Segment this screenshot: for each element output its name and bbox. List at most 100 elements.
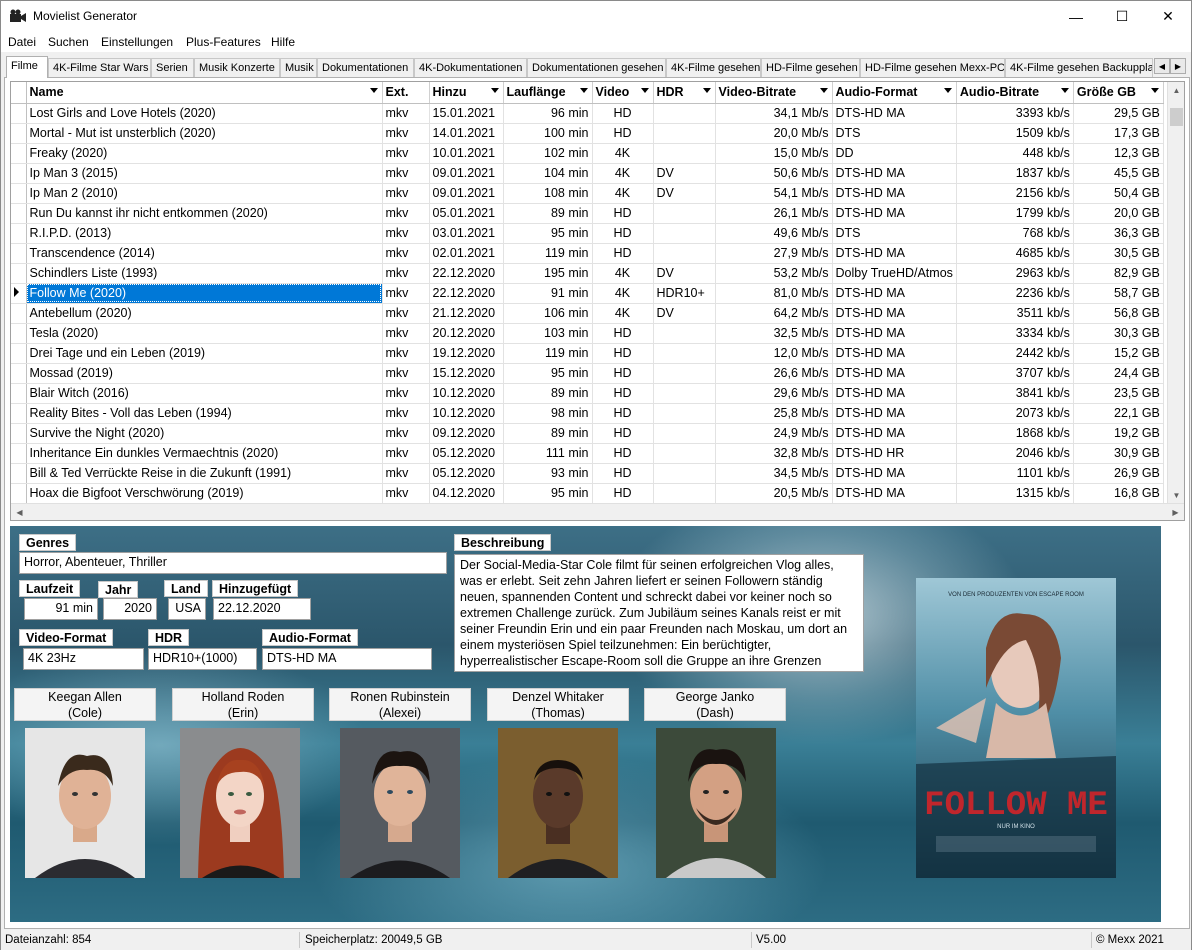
grid-cell[interactable]: Hoax die Bigfoot Verschwörung (2019) xyxy=(26,483,383,504)
grid-vertical-scrollbar[interactable]: ▲ ▼ xyxy=(1167,82,1184,504)
row-header[interactable] xyxy=(11,303,27,324)
grid-cell[interactable]: 15,0 Mb/s xyxy=(715,143,833,164)
grid-cell[interactable]: 108 min xyxy=(503,183,593,204)
video-format-field[interactable]: 4K 23Hz xyxy=(23,648,144,670)
grid-cell[interactable]: DTS-HD MA xyxy=(832,163,957,184)
grid-cell[interactable]: 93 min xyxy=(503,463,593,484)
grid-cell[interactable] xyxy=(653,363,716,384)
grid-cell[interactable]: 29,6 Mb/s xyxy=(715,383,833,404)
jahr-field[interactable]: 2020 xyxy=(103,598,157,620)
grid-cell[interactable]: Run Du kannst ihr nicht entkommen (2020) xyxy=(26,203,383,224)
grid-cell[interactable]: 103 min xyxy=(503,323,593,344)
row-header[interactable] xyxy=(11,243,27,264)
grid-cell[interactable]: 4K xyxy=(592,263,654,284)
grid-cell[interactable]: 14.01.2021 xyxy=(429,123,504,144)
scroll-up-icon[interactable]: ▲ xyxy=(1168,82,1184,99)
grid-cell[interactable]: 19,2 GB xyxy=(1073,423,1164,444)
grid-cell[interactable]: Dolby TrueHD/Atmos xyxy=(832,263,957,284)
table-row[interactable]: Ip Man 3 (2015) mkv 09.01.2021 104 min 4K DV 5… xyxy=(11,163,1164,184)
table-row[interactable]: Inheritance Ein dunkles Vermaechtnis (20… xyxy=(11,443,1164,464)
grid-cell[interactable]: 119 min xyxy=(503,343,593,364)
grid-cell[interactable]: 32,5 Mb/s xyxy=(715,323,833,344)
grid-cell[interactable]: 50,6 Mb/s xyxy=(715,163,833,184)
grid-cell[interactable]: mkv xyxy=(382,163,430,184)
grid-cell[interactable]: 30,5 GB xyxy=(1073,243,1164,264)
grid-cell[interactable]: mkv xyxy=(382,403,430,424)
row-header[interactable] xyxy=(11,463,27,484)
tab-4k-filme-star-wars[interactable]: 4K-Filme Star Wars xyxy=(48,58,151,78)
grid-cell[interactable]: mkv xyxy=(382,303,430,324)
grid-cell[interactable]: DTS-HD MA xyxy=(832,303,957,324)
grid-cell[interactable]: 20,0 Mb/s xyxy=(715,123,833,144)
grid-cell[interactable]: 56,8 GB xyxy=(1073,303,1164,324)
grid-cell[interactable]: 91 min xyxy=(503,283,593,304)
grid-cell[interactable]: 24,4 GB xyxy=(1073,363,1164,384)
grid-cell[interactable]: 24,9 Mb/s xyxy=(715,423,833,444)
grid-cell[interactable]: 21.12.2020 xyxy=(429,303,504,324)
grid-cell[interactable]: Mortal - Mut ist unsterblich (2020) xyxy=(26,123,383,144)
grid-cell[interactable]: HD xyxy=(592,223,654,244)
column-header-ext[interactable]: Ext. xyxy=(382,82,430,104)
grid-cell[interactable]: 195 min xyxy=(503,263,593,284)
grid-cell[interactable]: 81,0 Mb/s xyxy=(715,283,833,304)
grid-cell[interactable]: 95 min xyxy=(503,483,593,504)
column-header-video-bitrate[interactable]: Video-Bitrate xyxy=(715,82,833,104)
grid-cell[interactable]: 448 kb/s xyxy=(956,143,1074,164)
grid-cell[interactable] xyxy=(653,403,716,424)
grid-cell[interactable]: DTS-HD MA xyxy=(832,423,957,444)
actor-photo[interactable] xyxy=(25,728,145,878)
actor-photo[interactable] xyxy=(498,728,618,878)
menu-datei[interactable]: Datei xyxy=(8,35,36,49)
actor-photo[interactable] xyxy=(340,728,460,878)
grid-cell[interactable]: DTS-HD MA xyxy=(832,103,957,124)
grid-cell[interactable]: 4K xyxy=(592,163,654,184)
menu-plus-features[interactable]: Plus-Features xyxy=(186,35,261,49)
table-row[interactable]: Freaky (2020) mkv 10.01.2021 102 min 4K 15,0 … xyxy=(11,143,1164,164)
tab-dokumentationen-gesehen[interactable]: Dokumentationen gesehen xyxy=(527,58,666,78)
grid-cell[interactable]: DTS-HD MA xyxy=(832,183,957,204)
grid-cell[interactable]: DTS xyxy=(832,123,957,144)
column-header-hinzu[interactable]: Hinzu xyxy=(429,82,504,104)
table-row[interactable]: Drei Tage und ein Leben (2019) mkv 19.12.2… xyxy=(11,343,1164,364)
grid-cell[interactable]: R.I.P.D. (2013) xyxy=(26,223,383,244)
menu-hilfe[interactable]: Hilfe xyxy=(271,35,295,49)
table-row[interactable]: Follow Me (2020) mkv 22.12.2020 91 min 4K HDR… xyxy=(11,283,1164,304)
actor-card[interactable]: Holland Roden (Erin) xyxy=(172,688,314,721)
grid-cell[interactable]: mkv xyxy=(382,363,430,384)
grid-cell[interactable]: DTS xyxy=(832,223,957,244)
grid-cell[interactable]: 15.12.2020 xyxy=(429,363,504,384)
grid-cell[interactable] xyxy=(653,343,716,364)
grid-cell[interactable]: 95 min xyxy=(503,363,593,384)
scroll-left-icon[interactable]: ◀ xyxy=(11,504,28,520)
table-row[interactable]: R.I.P.D. (2013) mkv 03.01.2021 95 min HD 49,6… xyxy=(11,223,1164,244)
grid-cell[interactable]: DTS-HD MA xyxy=(832,463,957,484)
grid-cell[interactable]: Tesla (2020) xyxy=(26,323,383,344)
grid-cell[interactable]: 1799 kb/s xyxy=(956,203,1074,224)
grid-cell[interactable]: Bill & Ted Verrückte Reise in die Zukunf… xyxy=(26,463,383,484)
grid-cell[interactable]: Mossad (2019) xyxy=(26,363,383,384)
grid-cell[interactable]: 4685 kb/s xyxy=(956,243,1074,264)
grid-cell[interactable] xyxy=(653,323,716,344)
grid-cell[interactable]: mkv xyxy=(382,443,430,464)
grid-cell[interactable]: Schindlers Liste (1993) xyxy=(26,263,383,284)
grid-cell[interactable]: 15,2 GB xyxy=(1073,343,1164,364)
grid-cell[interactable] xyxy=(653,143,716,164)
grid-cell[interactable]: DTS-HD HR xyxy=(832,443,957,464)
row-header[interactable] xyxy=(11,143,27,164)
scroll-down-icon[interactable]: ▼ xyxy=(1168,487,1184,504)
grid-cell[interactable]: mkv xyxy=(382,203,430,224)
grid-cell[interactable]: 2156 kb/s xyxy=(956,183,1074,204)
grid-cell[interactable]: 09.01.2021 xyxy=(429,163,504,184)
row-header[interactable] xyxy=(11,423,27,444)
grid-cell[interactable]: 05.12.2020 xyxy=(429,443,504,464)
grid-cell[interactable]: 58,7 GB xyxy=(1073,283,1164,304)
table-row[interactable]: Reality Bites - Voll das Leben (1994) mkv… xyxy=(11,403,1164,424)
grid-cell[interactable]: 106 min xyxy=(503,303,593,324)
grid-cell[interactable]: HD xyxy=(592,323,654,344)
audio-format-field[interactable]: DTS-HD MA xyxy=(262,648,432,670)
grid-cell[interactable]: Blair Witch (2016) xyxy=(26,383,383,404)
grid-cell[interactable]: mkv xyxy=(382,283,430,304)
grid-cell[interactable]: 02.01.2021 xyxy=(429,243,504,264)
row-header[interactable] xyxy=(11,283,27,304)
row-header[interactable] xyxy=(11,103,27,124)
